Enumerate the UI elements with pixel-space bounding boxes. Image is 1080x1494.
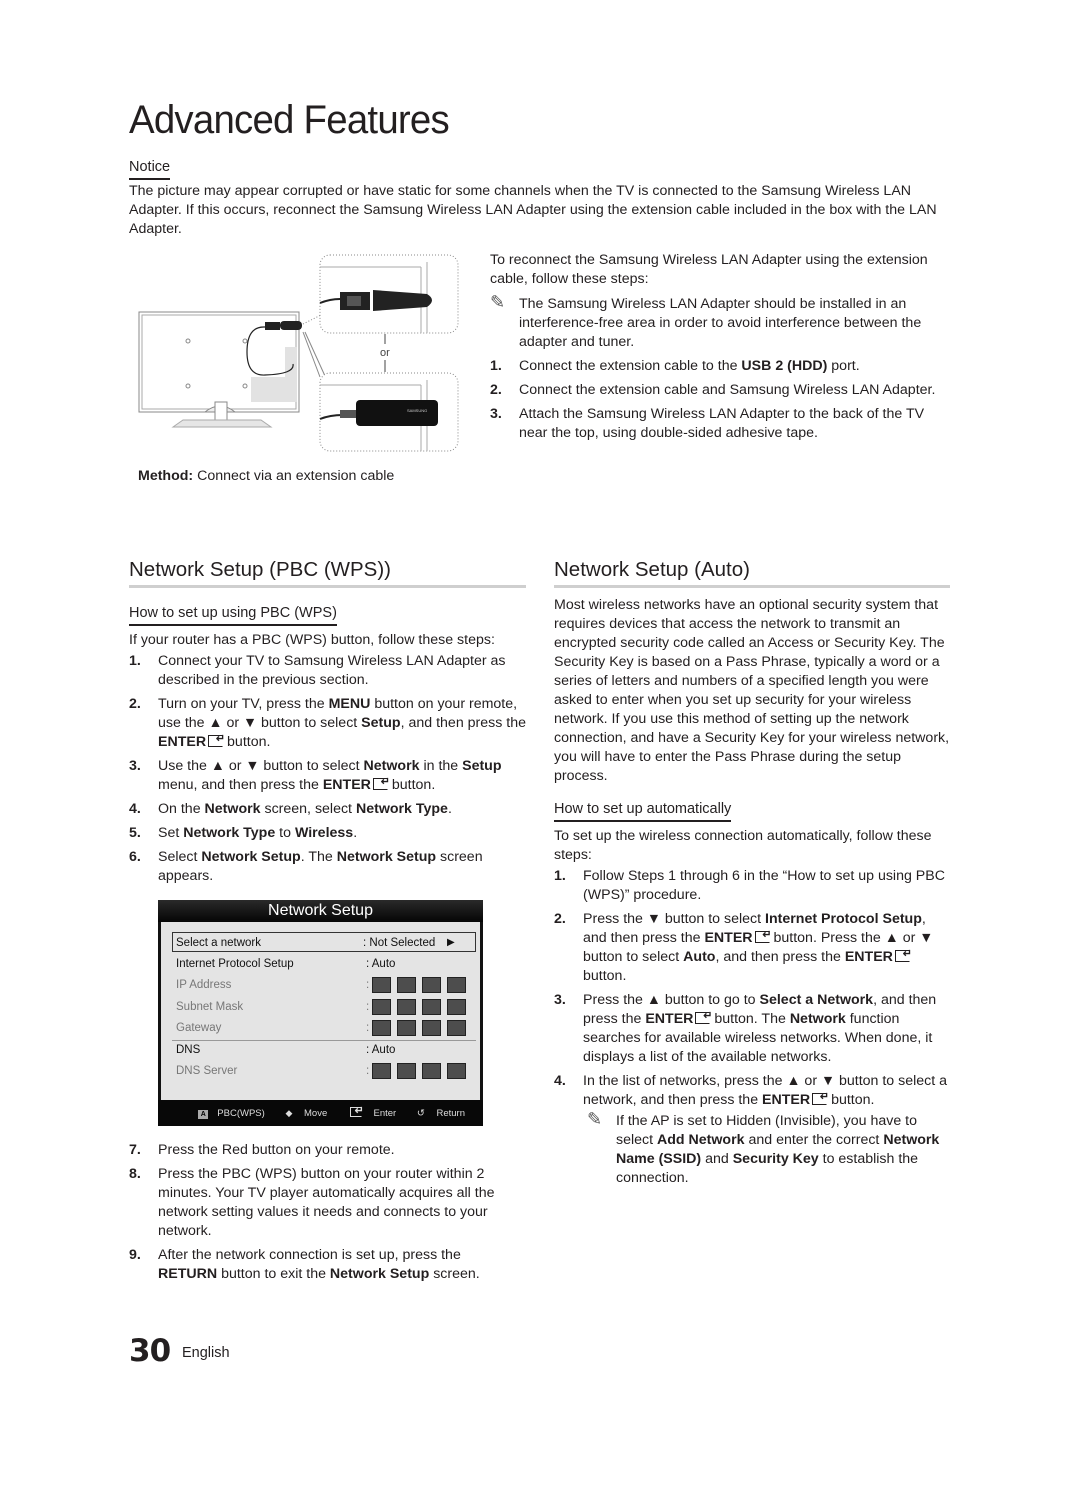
- gateway-octet-fields: [372, 1020, 472, 1040]
- subnet-octet-fields: [372, 999, 472, 1019]
- enter-icon: [208, 735, 225, 747]
- notice-text: The picture may appear corrupted or have…: [129, 183, 937, 237]
- pbc-step: 2. Turn on your TV, press the MENU button…: [129, 695, 526, 752]
- osd-hint-pbc: A PBC(WPS): [198, 1108, 274, 1119]
- pbc-step: 3. Use the ▲ or ▼ button to select Networ…: [129, 757, 526, 795]
- notice-heading: Notice: [129, 158, 171, 180]
- osd-row-gateway: Gateway:: [172, 1018, 472, 1038]
- pbc-section: Network Setup (PBC (WPS)) How to set up …: [129, 557, 526, 891]
- pbc-steps-continued: 7. Press the Red button on your remote. 8…: [129, 1141, 509, 1289]
- reconnect-step: 3. Attach the Samsung Wireless LAN Adapte…: [490, 406, 925, 441]
- pbc-section-title: Network Setup (PBC (WPS)): [129, 557, 526, 588]
- ip-octet-fields: [372, 977, 472, 997]
- pbc-step: 9. After the network connection is set up…: [129, 1247, 480, 1282]
- connection-diagram: or SAMSUNG: [135, 252, 465, 452]
- pencil-note-icon: ✎: [587, 1109, 603, 1129]
- osd-row-select-network[interactable]: Select a network : Not Selected ▶: [172, 932, 476, 952]
- osd-row-subnet-mask: Subnet Mask:: [172, 997, 472, 1017]
- pbc-intro: If your router has a PBC (WPS) button, f…: [129, 632, 495, 648]
- enter-icon: [372, 778, 390, 790]
- reconnect-step: 2. Connect the extension cable and Samsun…: [490, 382, 936, 398]
- or-label: or: [380, 347, 390, 359]
- osd-hint-enter: Enter: [348, 1107, 405, 1119]
- auto-step: 3. Press the ▲ button to go to Select a N…: [554, 991, 950, 1067]
- osd-title: Network Setup: [158, 900, 483, 922]
- auto-step: 2. Press the ▼ button to select Internet …: [554, 910, 950, 986]
- reconnect-intro: To reconnect the Samsung Wireless LAN Ad…: [490, 252, 928, 287]
- auto-subheading: How to set up automatically: [554, 801, 732, 822]
- dns-octet-fields: [372, 1063, 472, 1083]
- page-number: 30: [129, 1333, 171, 1369]
- osd-row-ip-setup[interactable]: Internet Protocol Setup: Auto: [172, 954, 472, 974]
- pbc-step: 8. Press the PBC (WPS) button on your rou…: [129, 1166, 495, 1239]
- pbc-step: 6. Select Network Setup. The Network Setu…: [129, 849, 483, 884]
- tv-adapter-illustration: or SAMSUNG: [138, 254, 459, 452]
- pencil-note-icon: ✎: [490, 292, 506, 312]
- auto-step: 1. Follow Steps 1 through 6 in the “How t…: [554, 868, 945, 903]
- adapter-brand-label: SAMSUNG: [407, 408, 427, 413]
- enter-icon: [812, 1093, 829, 1105]
- pbc-step: 7. Press the Red button on your remote.: [129, 1142, 395, 1158]
- auto-section: Network Setup (Auto) Most wireless netwo…: [554, 557, 950, 1193]
- auto-intro: Most wireless networks have an optional …: [554, 597, 950, 784]
- osd-hint-return: ↺ Return: [416, 1108, 465, 1119]
- enter-icon: [754, 931, 772, 943]
- auto-step: 4. In the list of networks, press the ▲ o…: [554, 1072, 950, 1110]
- enter-icon: [894, 950, 912, 962]
- enter-icon: [695, 1012, 712, 1024]
- auto-hidden-ap-note: ✎ If the AP is set to Hidden (Invisible)…: [587, 1109, 940, 1187]
- pbc-step: 4. On the Network screen, select Network …: [129, 801, 452, 817]
- pbc-step: 5. Set Network Type to Wireless.: [129, 825, 358, 841]
- osd-hint-move: ◆ Move: [285, 1108, 328, 1119]
- page-language: English: [182, 1345, 230, 1361]
- pbc-step: 1. Connect your TV to Samsung Wireless LA…: [129, 653, 506, 688]
- osd-row-ip-address: IP Address:: [172, 975, 472, 995]
- reconnect-note: ✎ The Samsung Wireless LAN Adapter shoul…: [490, 292, 922, 351]
- diagram-caption: Method: Connect via an extension cable: [138, 468, 395, 484]
- osd-row-dns-server: DNS Server:: [172, 1061, 472, 1081]
- osd-body: Select a network : Not Selected ▶ Intern…: [161, 922, 480, 1100]
- reconnect-section: To reconnect the Samsung Wireless LAN Ad…: [490, 251, 950, 448]
- arrow-right-icon: ▶: [447, 937, 455, 948]
- osd-footer: APBC(WPS) ◆ Move Enter ↺ Return: [158, 1100, 483, 1126]
- auto-sub-intro: To set up the wireless connection automa…: [554, 828, 932, 863]
- page-title: Advanced Features: [129, 98, 450, 142]
- up-down-icon: ◆: [285, 1108, 293, 1118]
- pbc-subheading: How to set up using PBC (WPS): [129, 605, 337, 626]
- auto-section-title: Network Setup (Auto): [554, 557, 950, 588]
- enter-icon: [349, 1107, 364, 1117]
- red-a-key-icon: A: [198, 1110, 209, 1119]
- return-icon: ↺: [416, 1108, 425, 1119]
- reconnect-step: 1. Connect the extension cable to the USB…: [490, 358, 860, 374]
- osd-row-dns[interactable]: DNS: Auto: [172, 1040, 472, 1060]
- network-setup-screen: Network Setup Select a network : Not Sel…: [158, 900, 483, 1126]
